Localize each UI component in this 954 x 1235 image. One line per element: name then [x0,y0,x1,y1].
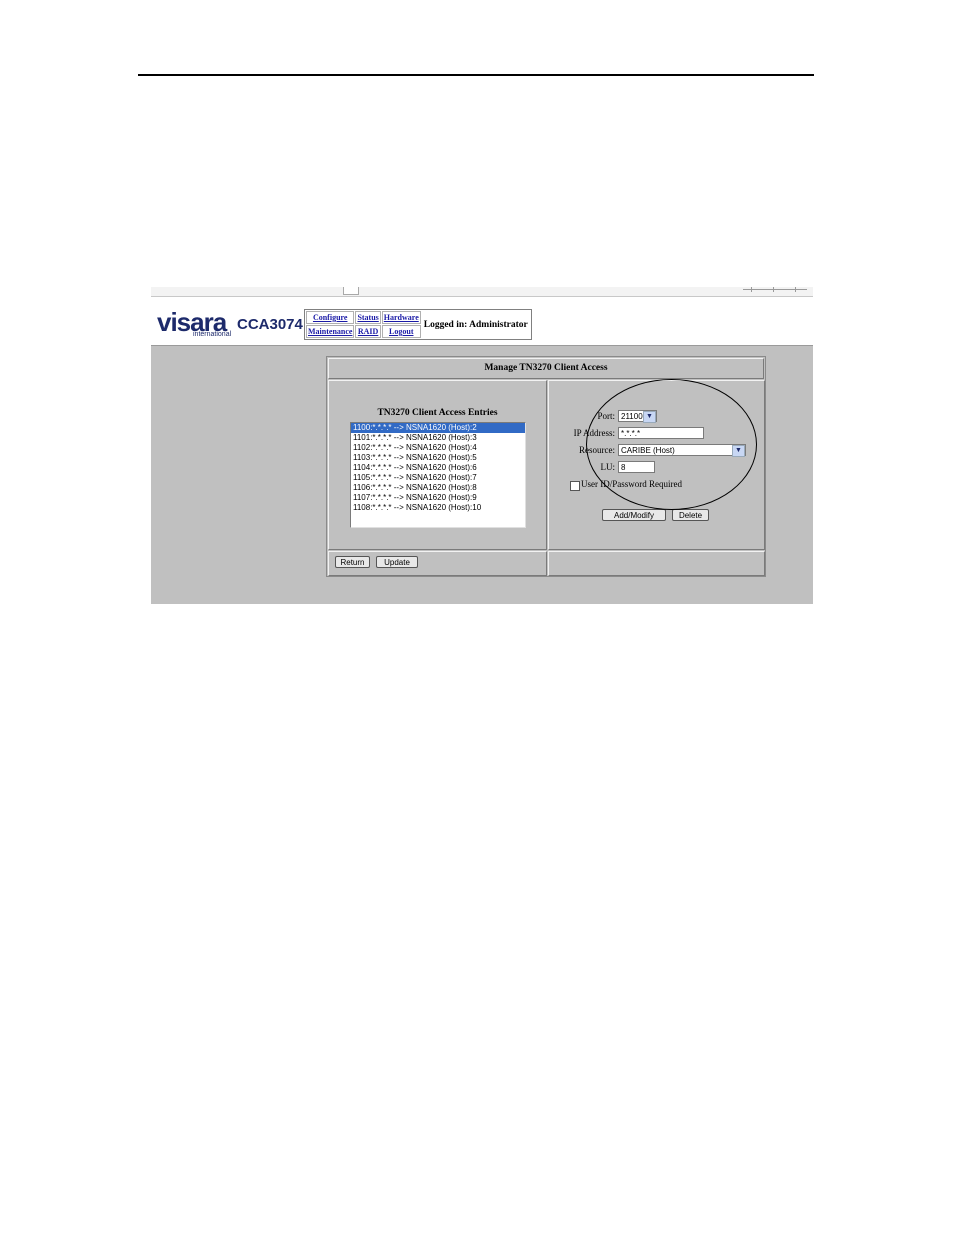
resource-select[interactable]: CARIBE (Host) ▼ [618,444,746,457]
list-item[interactable]: 1104:*.*.*.* --> NSNA1620 (Host):6 [351,463,525,473]
browser-tab-stub [343,287,359,295]
panel-title: Manage TN3270 Client Access [328,358,764,379]
chevron-down-icon: ▼ [643,411,656,423]
resource-value: CARIBE (Host) [621,446,675,455]
nav-logout-link[interactable]: Logout [389,327,413,336]
resource-label: Resource: [579,445,615,455]
list-item[interactable]: 1101:*.*.*.* --> NSNA1620 (Host):3 [351,433,525,443]
list-item[interactable]: 1108:*.*.*.* --> NSNA1620 (Host):10 [351,503,525,513]
lu-input[interactable]: 8 [618,461,655,473]
window-controls [743,287,807,294]
port-select[interactable]: 21100 ▼ [618,410,657,423]
nav-menu: Configure Status Hardware Logged in: Adm… [304,309,532,340]
port-label: Port: [597,411,615,421]
logo-subtitle: international [193,331,232,338]
nav-configure-link[interactable]: Configure [313,313,348,322]
actions-cell: Return Update [328,551,547,576]
ip-address-input[interactable]: *.*.*.* [618,427,704,439]
entries-cell: TN3270 Client Access Entries 1100:*.*.*.… [328,380,547,550]
list-item[interactable]: 1102:*.*.*.* --> NSNA1620 (Host):4 [351,443,525,453]
client-access-entries-list[interactable]: 1100:*.*.*.* --> NSNA1620 (Host):2 1101:*… [350,422,526,528]
entry-form-cell: Port: 21100 ▼ IP Address: *.*.*.* Resour… [548,380,765,550]
page-top-rule [138,74,814,76]
return-button[interactable]: Return [335,556,370,568]
browser-chrome-strip [151,287,813,297]
empty-footer-cell [548,551,765,576]
list-item[interactable]: 1105:*.*.*.* --> NSNA1620 (Host):7 [351,473,525,483]
model-name: CCA3074 [237,316,303,333]
userid-password-label: User ID/Password Required [581,479,682,489]
nav-hardware-link[interactable]: Hardware [384,313,419,322]
chevron-down-icon: ▼ [732,445,745,457]
list-item[interactable]: 1106:*.*.*.* --> NSNA1620 (Host):8 [351,483,525,493]
list-item[interactable]: 1100:*.*.*.* --> NSNA1620 (Host):2 [351,423,525,433]
browser-screenshot: visara international CCA3074 Configure S… [151,287,813,604]
list-item[interactable]: 1103:*.*.*.* --> NSNA1620 (Host):5 [351,453,525,463]
lu-label: LU: [600,462,616,472]
entries-list-title: TN3270 Client Access Entries [377,408,498,418]
add-modify-button[interactable]: Add/Modify [602,509,666,521]
app-header: visara international CCA3074 Configure S… [151,297,813,345]
update-button[interactable]: Update [376,556,418,568]
manage-client-access-panel: Manage TN3270 Client Access TN3270 Clien… [326,356,766,577]
delete-button[interactable]: Delete [672,509,709,521]
logged-in-label: Logged in: Administrator [423,319,528,330]
ip-address-label: IP Address: [573,428,615,438]
userid-password-checkbox[interactable] [570,481,580,491]
nav-raid-link[interactable]: RAID [358,327,378,336]
port-value: 21100 [621,412,643,421]
nav-maintenance-link[interactable]: Maintenance [308,327,352,336]
list-item[interactable]: 1107:*.*.*.* --> NSNA1620 (Host):9 [351,493,525,503]
nav-status-link[interactable]: Status [357,313,378,322]
